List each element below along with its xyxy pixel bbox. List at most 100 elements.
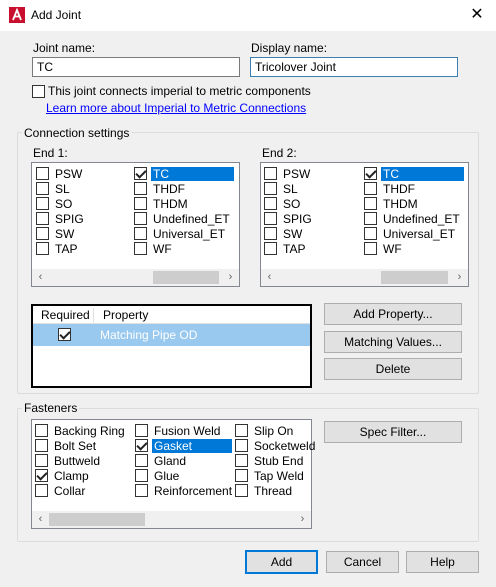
- fastener-checkbox[interactable]: [35, 484, 48, 497]
- fastener-checkbox[interactable]: [135, 424, 148, 437]
- fastener-label: Gasket: [152, 438, 232, 453]
- table-row[interactable]: Matching Pipe OD: [33, 324, 310, 346]
- end2-checkbox[interactable]: [364, 182, 377, 195]
- end1-item-label: SL: [55, 181, 70, 196]
- fastener-label: Tap Weld: [254, 468, 304, 483]
- display-name-input[interactable]: Tricolover Joint: [250, 57, 458, 77]
- fastener-label: Reinforcement R: [154, 483, 233, 498]
- fastener-checkbox[interactable]: [135, 454, 148, 467]
- end2-item-label: SPIG: [283, 211, 312, 226]
- fastener-checkbox[interactable]: [35, 424, 48, 437]
- fastener-checkbox[interactable]: [135, 469, 148, 482]
- fastener-label: Socketweld: [254, 438, 316, 453]
- column-divider: [93, 308, 94, 322]
- close-icon[interactable]: ✕: [466, 4, 488, 26]
- scroll-left-icon[interactable]: ‹: [32, 269, 49, 286]
- fastener-checkbox[interactable]: [135, 484, 148, 497]
- end1-checkbox[interactable]: [134, 242, 147, 255]
- end2-scrollbar[interactable]: ‹ ›: [261, 269, 468, 286]
- end2-item-label: TC: [381, 166, 464, 181]
- fastener-label: Clamp: [54, 468, 89, 483]
- fastener-label: Bolt Set: [54, 438, 97, 453]
- end2-checkbox[interactable]: [364, 167, 377, 180]
- cancel-button[interactable]: Cancel: [326, 551, 399, 573]
- fasteners-title: Fasteners: [22, 401, 80, 415]
- end2-checkbox[interactable]: [364, 242, 377, 255]
- end2-checkbox[interactable]: [264, 167, 277, 180]
- required-checkbox[interactable]: [58, 328, 71, 341]
- end1-checkbox[interactable]: [36, 242, 49, 255]
- scroll-thumb[interactable]: [381, 271, 448, 284]
- end1-checkbox[interactable]: [36, 167, 49, 180]
- end1-item-label: TAP: [55, 241, 78, 256]
- fastener-checkbox[interactable]: [35, 439, 48, 452]
- joint-name-label: Joint name:: [33, 41, 96, 55]
- end2-checkbox[interactable]: [264, 197, 277, 210]
- property-grid: Required Property Matching Pipe OD: [31, 304, 312, 388]
- fastener-checkbox[interactable]: [235, 454, 248, 467]
- end2-checkbox[interactable]: [364, 227, 377, 240]
- end1-checkbox[interactable]: [36, 182, 49, 195]
- end2-item-label: Undefined_ET: [383, 211, 460, 226]
- matching-values-button[interactable]: Matching Values...: [324, 331, 462, 353]
- fastener-label: Thread: [254, 483, 293, 498]
- fastener-checkbox[interactable]: [35, 454, 48, 467]
- fastener-label: Gland: [154, 453, 187, 468]
- end1-item-label: SPIG: [55, 211, 84, 226]
- end1-checkbox[interactable]: [134, 227, 147, 240]
- end1-scrollbar[interactable]: ‹ ›: [32, 269, 239, 286]
- help-button[interactable]: Help: [406, 551, 479, 573]
- fastener-checkbox[interactable]: [235, 484, 248, 497]
- add-button[interactable]: Add: [245, 550, 318, 574]
- fastener-label: Glue: [154, 468, 180, 483]
- fastener-checkbox[interactable]: [235, 469, 248, 482]
- scroll-right-icon[interactable]: ›: [451, 269, 468, 286]
- fastener-checkbox[interactable]: [135, 439, 148, 452]
- scroll-left-icon[interactable]: ‹: [261, 269, 278, 286]
- end1-checkbox[interactable]: [36, 227, 49, 240]
- fastener-checkbox[interactable]: [235, 439, 248, 452]
- end2-checkbox[interactable]: [264, 212, 277, 225]
- scroll-right-icon[interactable]: ›: [294, 511, 311, 528]
- end1-item-label: Universal_ET: [153, 226, 226, 241]
- end1-checkbox[interactable]: [134, 197, 147, 210]
- end2-item-label: SL: [283, 181, 298, 196]
- end1-checkbox[interactable]: [134, 212, 147, 225]
- end1-label: End 1:: [33, 146, 68, 160]
- fastener-checkbox[interactable]: [35, 469, 48, 482]
- grid-header-property[interactable]: Property: [103, 308, 148, 322]
- imperial-metric-link[interactable]: Learn more about Imperial to Metric Conn…: [46, 101, 306, 115]
- end1-checkbox[interactable]: [134, 182, 147, 195]
- end2-checkbox[interactable]: [264, 227, 277, 240]
- end1-item-label: SW: [55, 226, 75, 241]
- end2-item-label: THDM: [383, 196, 418, 211]
- end1-item-label: TC: [151, 166, 234, 181]
- scroll-thumb[interactable]: [153, 271, 219, 284]
- fastener-checkbox[interactable]: [235, 424, 248, 437]
- scroll-right-icon[interactable]: ›: [222, 269, 239, 286]
- end2-checkbox[interactable]: [364, 212, 377, 225]
- end1-checkbox[interactable]: [36, 197, 49, 210]
- spec-filter-button[interactable]: Spec Filter...: [324, 421, 462, 443]
- delete-button[interactable]: Delete: [324, 358, 462, 380]
- end1-checkbox[interactable]: [36, 212, 49, 225]
- scroll-left-icon[interactable]: ‹: [32, 511, 49, 528]
- fasteners-scrollbar[interactable]: ‹ ›: [32, 511, 311, 528]
- imperial-metric-checkbox[interactable]: [32, 85, 45, 98]
- end2-item-label: TAP: [283, 241, 306, 256]
- joint-name-input[interactable]: TC: [32, 57, 240, 77]
- end1-checkbox[interactable]: [134, 167, 147, 180]
- add-property-button[interactable]: Add Property...: [324, 303, 462, 325]
- fastener-label: Fusion Weld: [154, 423, 221, 438]
- end2-item-label: PSW: [283, 166, 311, 181]
- end2-item-label: SO: [283, 196, 301, 211]
- fasteners-list: Backing Ring Bolt Set Buttweld Clamp Col…: [31, 419, 315, 529]
- scroll-thumb[interactable]: [49, 513, 145, 526]
- end2-checkbox[interactable]: [264, 242, 277, 255]
- end2-checkbox[interactable]: [364, 197, 377, 210]
- end1-item-label: WF: [153, 241, 172, 256]
- grid-header-required[interactable]: Required: [41, 308, 90, 322]
- end1-list: PSW SL SO SPIG SW TAP TC THDF THDM Undef…: [31, 162, 240, 287]
- end2-checkbox[interactable]: [264, 182, 277, 195]
- fastener-label: Stub End: [254, 453, 304, 468]
